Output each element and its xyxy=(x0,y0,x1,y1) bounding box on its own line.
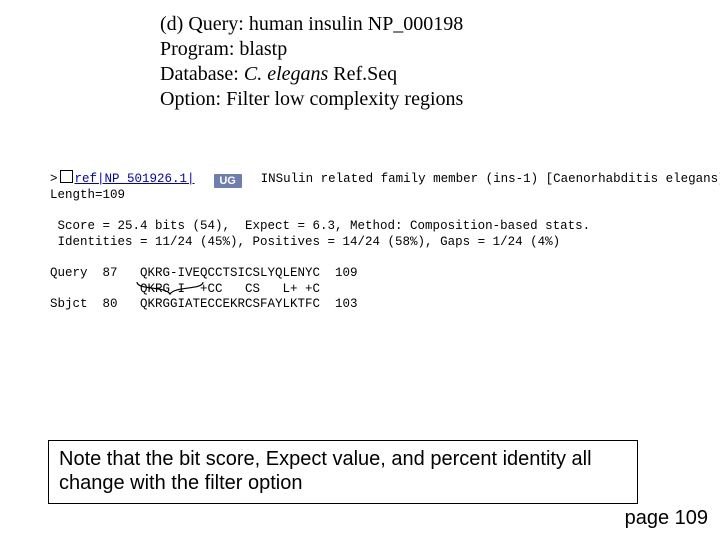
header-line-database: Database: C. elegans Ref.Seq xyxy=(160,62,463,87)
identities-line: Identities = 11/24 (45%), Positives = 14… xyxy=(50,235,560,249)
alignment-query: Query 87 QKRG-IVEQCCTSICSLYQLENYC 109 xyxy=(50,266,358,280)
header-line-query: (d) Query: human insulin NP_000198 xyxy=(160,12,463,37)
note-text: Note that the bit score, Expect value, a… xyxy=(59,448,592,494)
ref-link[interactable]: ref|NP_501926.1| xyxy=(75,172,195,186)
hit-description: INSulin related family member (ins-1) [C… xyxy=(253,172,720,186)
db-species: C. elegans xyxy=(244,63,328,85)
unigene-badge-icon[interactable]: UG xyxy=(214,174,242,188)
header-line-option: Option: Filter low complexity regions xyxy=(160,87,463,112)
db-prefix: Database: xyxy=(160,63,244,85)
db-suffix: Ref.Seq xyxy=(328,63,397,85)
defline-gt: > xyxy=(50,172,58,186)
note-box: Note that the bit score, Expect value, a… xyxy=(48,440,638,504)
header-block: (d) Query: human insulin NP_000198 Progr… xyxy=(160,12,463,112)
brace-annotation-icon xyxy=(135,280,205,300)
length-line: Length=109 xyxy=(50,188,125,202)
page-number: page 109 xyxy=(625,507,708,530)
score-line: Score = 25.4 bits (54), Expect = 6.3, Me… xyxy=(50,219,590,233)
checkbox-icon[interactable] xyxy=(60,170,73,183)
header-line-program: Program: blastp xyxy=(160,37,463,62)
